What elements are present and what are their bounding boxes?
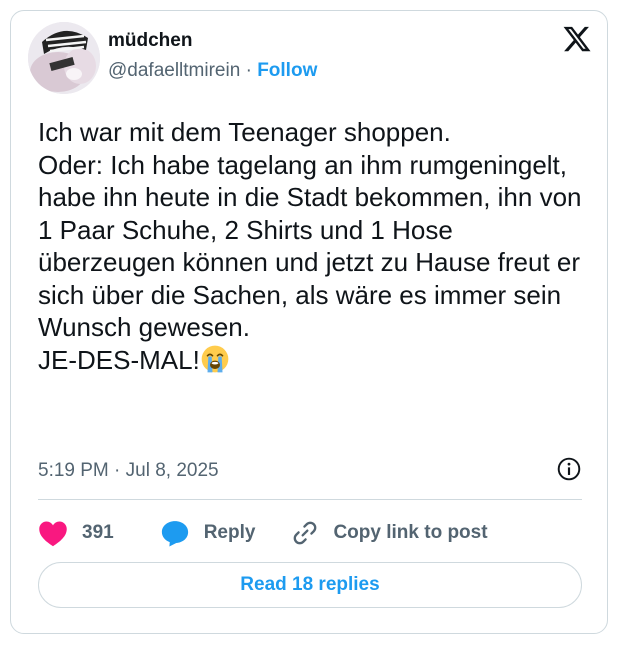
action-bar: 391 Reply Copy link to post [38,518,488,548]
tweet-timestamp[interactable]: 5:19 PM · Jul 8, 2025 [38,460,219,482]
x-logo-icon[interactable] [562,24,592,54]
read-replies-button[interactable]: Read 18 replies [38,562,582,608]
follow-button[interactable]: Follow [257,60,317,81]
like-count: 391 [82,522,114,543]
copy-link-label: Copy link to post [333,522,488,543]
author-handle[interactable]: @dafaelltmirein [108,60,240,81]
info-icon[interactable] [556,456,582,482]
avatar-image [28,22,100,94]
separator-dot: · [245,60,252,81]
copy-link-button[interactable]: Copy link to post [291,519,488,547]
tweet-body: Ich war mit dem Teenager shoppen. Oder: … [38,117,582,375]
heart-icon [39,521,67,547]
read-replies-label: Read 18 replies [240,574,380,595]
tweet-text: Ich war mit dem Teenager shoppen. Oder: … [38,116,588,376]
reply-label: Reply [203,522,256,543]
link-icon [294,521,317,545]
avatar[interactable] [28,22,100,94]
loudly-crying-face-icon [201,345,229,372]
divider [38,499,582,500]
reply-bubble-icon [161,521,188,547]
author-handle-row: @dafaelltmirein · Follow [108,60,317,82]
author-display-name[interactable]: müdchen [108,30,192,52]
like-button[interactable]: 391 [38,519,114,547]
reply-button[interactable]: Reply [160,519,256,547]
